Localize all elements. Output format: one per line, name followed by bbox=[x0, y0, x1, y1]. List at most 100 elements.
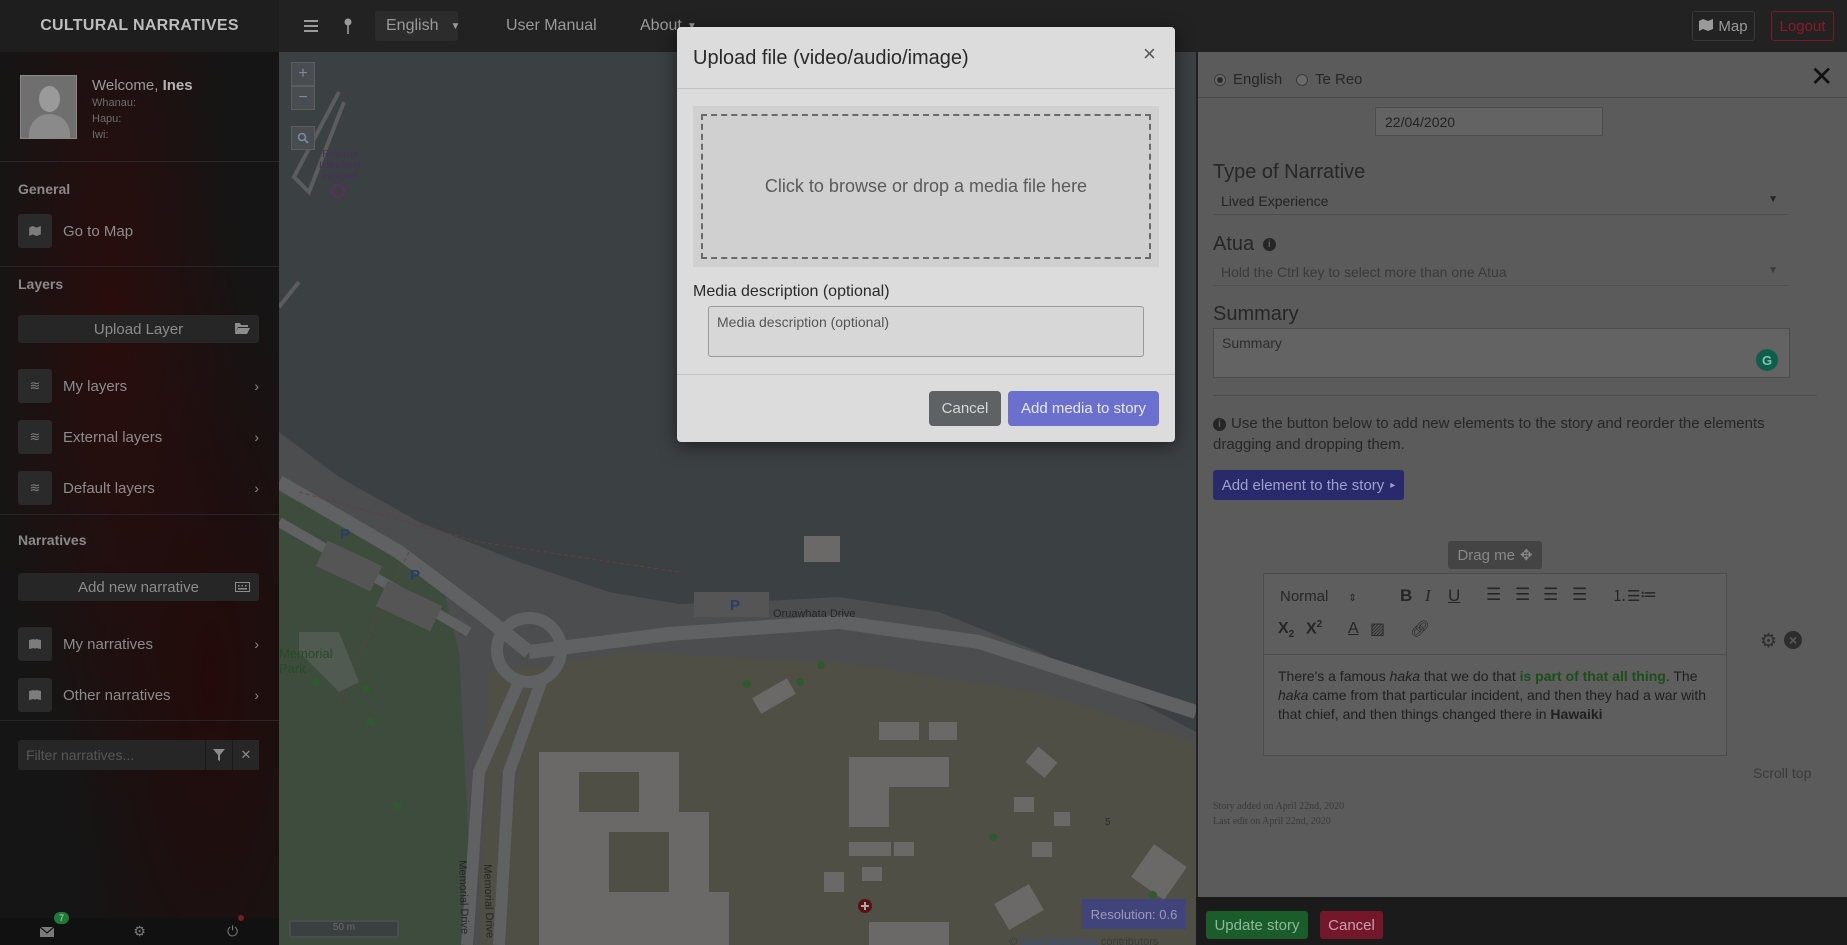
caret-down-icon: ▼ bbox=[1768, 265, 1778, 276]
text-color-icon[interactable]: A bbox=[1348, 620, 1359, 638]
media-description-label: Media description (optional) bbox=[693, 283, 890, 300]
modal-title: Upload file (video/audio/image) bbox=[693, 47, 969, 69]
go-to-map-item[interactable]: Go to Map bbox=[18, 213, 259, 249]
media-dropzone[interactable]: Click to browse or drop a media file her… bbox=[701, 114, 1151, 259]
bold-icon[interactable]: B bbox=[1400, 586, 1412, 606]
atua-placeholder: Hold the Ctrl key to select more than on… bbox=[1221, 264, 1507, 280]
map-icon bbox=[18, 214, 52, 248]
user-profile: Welcome, Ines Whanau: Hapu: Iwi: bbox=[0, 52, 279, 162]
upload-layer-button[interactable]: Upload Layer bbox=[18, 315, 259, 343]
language-select[interactable]: English ▼ bbox=[375, 11, 460, 41]
link-icon[interactable]: 🔗︎ bbox=[1410, 619, 1430, 639]
logout-button[interactable]: Logout bbox=[1771, 11, 1834, 41]
map-label-memorial-park: Memorial Park bbox=[279, 646, 333, 676]
element-actions: ⚙ × bbox=[1760, 630, 1803, 653]
ordered-list-icon[interactable]: ⒈☰ bbox=[1612, 585, 1640, 606]
close-panel-icon[interactable]: ✕ bbox=[1810, 60, 1833, 93]
upload-file-modal: Upload file (video/audio/image) × Click … bbox=[677, 27, 1175, 442]
upload-layer-label: Upload Layer bbox=[93, 320, 184, 338]
map-search-icon[interactable] bbox=[291, 126, 315, 150]
editor-content[interactable]: There's a famous haka that we do that is… bbox=[1264, 655, 1726, 736]
user-name: Ines bbox=[162, 77, 193, 94]
map-pin-icon[interactable] bbox=[344, 0, 352, 52]
sidebar-item-external-layers[interactable]: ≋ External layers › bbox=[18, 419, 259, 455]
te-reo-option-label: Te Reo bbox=[1315, 71, 1363, 88]
summary-textarea[interactable]: Summary bbox=[1213, 328, 1790, 378]
sidebar-item-my-layers[interactable]: ≋ My layers › bbox=[18, 368, 259, 404]
caret-down-icon: ▼ bbox=[1768, 194, 1778, 205]
media-description-input[interactable]: Media description (optional) bbox=[708, 306, 1144, 357]
user-manual-link[interactable]: User Manual bbox=[506, 0, 597, 52]
align-justify-icon[interactable]: ☰ bbox=[1572, 585, 1587, 605]
chevron-right-icon: › bbox=[254, 378, 259, 394]
editor-text: There's a famous bbox=[1278, 668, 1390, 684]
italic-icon[interactable]: I bbox=[1425, 586, 1431, 606]
align-right-icon[interactable]: ☰ bbox=[1543, 585, 1558, 605]
filter-icon[interactable] bbox=[205, 740, 232, 770]
map-icon bbox=[1699, 18, 1714, 35]
hamburger-menu-icon[interactable] bbox=[304, 0, 318, 52]
language-radio-english[interactable]: English bbox=[1214, 71, 1282, 88]
bullet-list-icon[interactable]: ≔ bbox=[1640, 585, 1657, 605]
about-label: About bbox=[640, 17, 682, 34]
my-narratives-label: My narratives bbox=[63, 635, 154, 653]
dropzone-container: Click to browse or drop a media file her… bbox=[693, 106, 1159, 267]
go-to-map-label: Go to Map bbox=[63, 222, 134, 240]
app-brand[interactable]: CULTURAL NARRATIVES bbox=[0, 0, 279, 52]
type-of-narrative-select[interactable]: Lived Experience ▼ bbox=[1213, 187, 1788, 215]
osm-link[interactable]: OpenStreetMap bbox=[1020, 936, 1098, 945]
element-settings-gear-icon[interactable]: ⚙ bbox=[1760, 630, 1777, 653]
envelope-icon[interactable]: 7 bbox=[0, 912, 93, 945]
language-radio-te-reo[interactable]: Te Reo bbox=[1296, 71, 1363, 88]
zoom-in-button[interactable]: + bbox=[291, 62, 315, 86]
add-new-narrative-button[interactable]: Add new narrative bbox=[18, 573, 259, 601]
panel-header: English Te Reo ✕ bbox=[1198, 52, 1847, 98]
clear-format-icon[interactable]: ▨ bbox=[1370, 619, 1385, 639]
subscript-icon[interactable]: X2 bbox=[1278, 620, 1294, 640]
scroll-top-link[interactable]: Scroll top bbox=[1753, 765, 1811, 781]
align-center-icon[interactable]: ☰ bbox=[1515, 585, 1530, 605]
rich-text-editor[interactable]: Normal ⇕ B I U ☰ ☰ ☰ ☰ ⒈☰ ≔ X2 X2 A ▨ 🔗︎… bbox=[1263, 573, 1727, 756]
radio-selected-icon bbox=[1214, 73, 1226, 86]
settings-gear-icon[interactable]: ⚙ bbox=[93, 915, 244, 945]
story-editor-panel: English Te Reo ✕ 22/04/2020 Type of Narr… bbox=[1196, 52, 1847, 897]
divider bbox=[0, 266, 279, 267]
remove-element-icon[interactable]: × bbox=[1784, 631, 1803, 649]
filter-narratives-input[interactable]: Filter narratives... bbox=[18, 740, 205, 770]
superscript-icon[interactable]: X2 bbox=[1306, 619, 1322, 638]
layers-icon: ≋ bbox=[18, 471, 52, 505]
atua-label: Atua i bbox=[1213, 233, 1276, 256]
date-input[interactable]: 22/04/2020 bbox=[1375, 107, 1603, 136]
map-button[interactable]: Map bbox=[1692, 11, 1755, 41]
add-element-button[interactable]: Add element to the story ▸ bbox=[1213, 470, 1404, 500]
narrative-filter: Filter narratives... ✕ bbox=[18, 740, 259, 770]
power-icon[interactable]: ⏻ bbox=[186, 918, 279, 945]
update-story-button[interactable]: Update story bbox=[1206, 911, 1308, 939]
clear-filter-icon[interactable]: ✕ bbox=[232, 740, 259, 770]
underline-icon[interactable]: U bbox=[1448, 586, 1460, 606]
drag-handle[interactable]: Drag me ✥ bbox=[1448, 541, 1542, 569]
align-left-icon[interactable]: ☰ bbox=[1486, 585, 1501, 605]
grammarly-icon[interactable]: G bbox=[1756, 349, 1778, 371]
general-section-title: General bbox=[18, 181, 71, 197]
sidebar-item-my-narratives[interactable]: My narratives › bbox=[18, 626, 259, 662]
modal-cancel-button[interactable]: Cancel bbox=[929, 391, 1001, 426]
atua-select[interactable]: Hold the Ctrl key to select more than on… bbox=[1213, 258, 1788, 286]
parking-label: P bbox=[410, 567, 421, 584]
editor-text: came from that particular incident, and … bbox=[1278, 687, 1707, 722]
map-scale-bar: 50 m bbox=[289, 920, 399, 938]
layers-icon: ≋ bbox=[18, 420, 52, 454]
add-new-narrative-label: Add new narrative bbox=[78, 578, 199, 596]
sidebar-footer: 7 ⚙ ⏻ bbox=[0, 912, 279, 945]
zoom-out-button[interactable]: − bbox=[291, 86, 315, 110]
sidebar: Welcome, Ines Whanau: Hapu: Iwi: General… bbox=[0, 52, 279, 945]
modal-close-icon[interactable]: × bbox=[1143, 41, 1156, 67]
format-select[interactable]: Normal ⇕ bbox=[1280, 588, 1357, 605]
info-icon[interactable]: i bbox=[1262, 238, 1276, 252]
sidebar-item-default-layers[interactable]: ≋ Default layers › bbox=[18, 470, 259, 506]
hint-text: Use the button below to add new elements… bbox=[1213, 415, 1765, 453]
avatar[interactable] bbox=[20, 75, 77, 139]
cancel-story-button[interactable]: Cancel bbox=[1320, 911, 1383, 939]
add-media-to-story-button[interactable]: Add media to story bbox=[1008, 391, 1159, 426]
sidebar-item-other-narratives[interactable]: Other narratives › bbox=[18, 677, 259, 713]
